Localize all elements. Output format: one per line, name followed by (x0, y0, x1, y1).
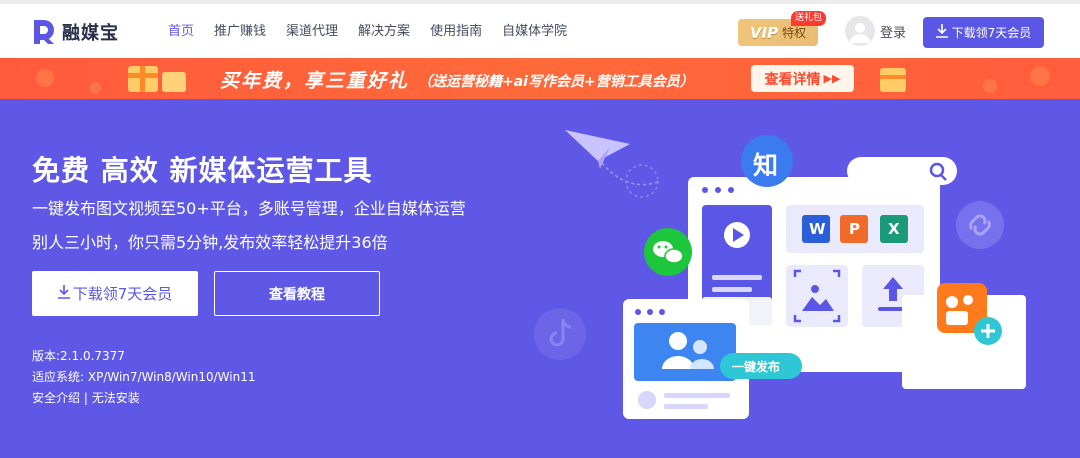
login-button[interactable]: 登录 (845, 16, 906, 46)
logo-icon (32, 18, 58, 46)
nav-item-academy[interactable]: 自媒体学院 (502, 22, 567, 42)
promo-banner[interactable]: 买年费，享三重好礼 （送运营秘籍+ai写作会员+营销工具会员） 查看详情 ▶▶ (0, 58, 1080, 99)
vip-label: 特权 (782, 26, 807, 40)
nav-item-solutions[interactable]: 解决方案 (358, 22, 410, 42)
word-label: W (809, 220, 826, 238)
promo-details-button[interactable]: 查看详情 ▶▶ (751, 65, 854, 92)
hero-download-label: 下载领7天会员 (72, 285, 173, 303)
nav-item-promote[interactable]: 推广赚钱 (214, 22, 266, 42)
zhihu-label: 知 (753, 151, 779, 180)
gift-badge: 送礼包 (791, 11, 827, 26)
avatar-icon (845, 16, 875, 46)
meta-links: 安全介绍 | 无法安装 (32, 389, 140, 406)
login-label: 登录 (880, 25, 907, 41)
nav-item-guide[interactable]: 使用指南 (430, 22, 482, 42)
system-requirements: 适应系统: XP/Win7/Win8/Win10/Win11 (32, 370, 256, 384)
security-link[interactable]: 安全介绍 (32, 391, 80, 405)
download-icon (57, 284, 70, 303)
nav-item-home[interactable]: 首页 (168, 22, 194, 42)
header: 融媒宝 首页 推广赚钱 渠道代理 解决方案 使用指南 自媒体学院 VIP 特权 … (0, 4, 1080, 58)
brand-name: 融媒宝 (62, 23, 119, 44)
version-text: 版本:2.1.0.7377 (32, 349, 125, 363)
hero-section: 知 W P X 一键发布 免费 高效 新媒体运营工具 一键发布图文视频至50+平… (0, 99, 1080, 458)
hero-title: 免费 高效 新媒体运营工具 (32, 154, 373, 187)
excel-label: X (888, 220, 900, 238)
hero-download-button[interactable]: 下载领7天会员 (32, 271, 198, 316)
vip-privilege-button[interactable]: VIP 特权 送礼包 (738, 11, 827, 46)
link-icon (956, 201, 1004, 249)
double-arrow-icon: ▶▶ (823, 72, 841, 85)
nav-item-agent[interactable]: 渠道代理 (286, 22, 338, 42)
hero-subtitle-2: 别人三小时，你只需5分钟,发布效率轻松提升36倍 (32, 233, 388, 252)
header-download-label: 下载领7天会员 (951, 26, 1032, 40)
paper-plane-icon (565, 130, 661, 198)
tutorial-label: 查看教程 (269, 286, 325, 303)
promo-title: 买年费，享三重好礼 (220, 70, 410, 92)
logo[interactable]: 融媒宝 (32, 17, 119, 47)
douyin-icon (534, 308, 586, 360)
header-download-button[interactable]: 下载领7天会员 (923, 17, 1044, 48)
ppt-label: P (849, 220, 860, 238)
gift-box-right-icon (880, 68, 906, 92)
vip-logo: VIP (749, 23, 779, 42)
install-help-link[interactable]: 无法安装 (92, 391, 140, 405)
promo-subtitle: （送运营秘籍+ai写作会员+营销工具会员） (418, 74, 694, 90)
main-nav: 首页 推广赚钱 渠道代理 解决方案 使用指南 自媒体学院 (168, 22, 587, 42)
promo-button-label: 查看详情 (764, 71, 821, 88)
link-separator: | (80, 391, 92, 405)
hero-subtitle-1: 一键发布图文视频至50+平台，多账号管理，企业自媒体运营 (32, 199, 466, 218)
download-icon (935, 24, 948, 41)
tutorial-button[interactable]: 查看教程 (214, 271, 380, 316)
publish-label: 一键发布 (732, 360, 781, 374)
